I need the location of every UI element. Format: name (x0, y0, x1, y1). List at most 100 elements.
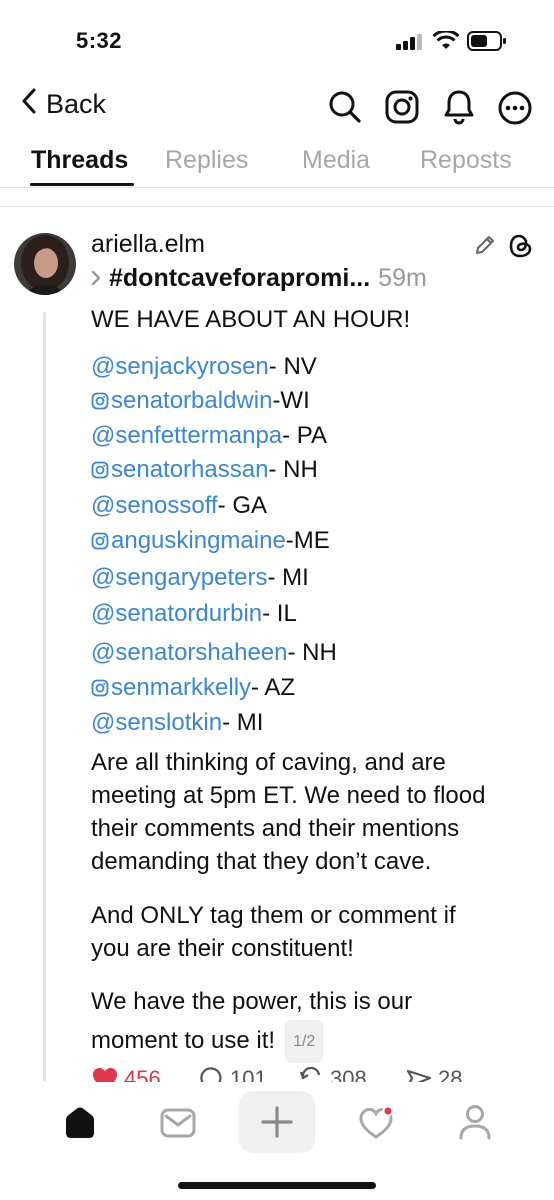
back-button[interactable]: Back (22, 88, 106, 121)
mention-link[interactable]: @sengarypeters (91, 561, 267, 595)
post-divider (0, 206, 554, 207)
text-line: moment to use it! 1/2 (91, 1020, 412, 1063)
state-label: - NH (287, 639, 337, 666)
text-line: Are all thinking of caving, and are (91, 749, 446, 776)
back-label: Back (46, 89, 107, 119)
post-paragraph: And ONLY tag them or comment if you are … (91, 899, 456, 965)
text-line: their comments and their mentions (91, 815, 460, 842)
activity-heart-icon[interactable] (358, 1105, 396, 1145)
state-label: -ME (285, 527, 330, 554)
mention-row: senatorbaldwin -WI (91, 384, 310, 418)
state-label: - IL (262, 600, 297, 627)
mention-row: anguskingmaine -ME (91, 524, 330, 558)
chevron-right-icon (91, 264, 101, 293)
mention-row: @senfettermanpa - PA (91, 419, 327, 453)
battery-icon (467, 31, 507, 56)
instagram-mention-icon (91, 532, 109, 550)
text-line: demanding that they don’t cave. (91, 848, 432, 875)
share-button[interactable]: 28 (406, 1066, 462, 1082)
mention-row: @senatordurbin - IL (91, 597, 297, 631)
repost-button[interactable]: 308 (298, 1066, 367, 1082)
topic-tag[interactable]: #dontcaveforapromi... (109, 264, 370, 293)
like-count: 456 (124, 1066, 161, 1082)
state-label: - MI (267, 564, 309, 591)
post-tag-line: #dontcaveforapromi... 59m (91, 264, 427, 293)
post-time: 59m (378, 264, 427, 292)
username[interactable]: ariella.elm (91, 230, 205, 259)
chevron-left-icon (22, 88, 36, 121)
avatar[interactable] (14, 233, 76, 295)
state-label: -WI (272, 387, 310, 414)
state-label: - AZ (251, 674, 296, 701)
text-line: you are their constituent! (91, 935, 354, 962)
state-label: - NH (268, 456, 318, 483)
mention-row: senmarkkelly - AZ (91, 671, 295, 705)
comment-button[interactable]: 101 (200, 1066, 267, 1082)
mention-row: senatorhassan - NH (91, 453, 318, 487)
text-line: And ONLY tag them or comment if (91, 902, 456, 929)
post-paragraph: Are all thinking of caving, and are meet… (91, 746, 485, 878)
tab-media[interactable]: Media (302, 146, 370, 175)
mention-handle: senatorbaldwin (111, 387, 273, 414)
mention-row: @sengarypeters - MI (91, 561, 309, 595)
post-headline: WE HAVE ABOUT AN HOUR! (91, 306, 411, 333)
threads-logo-icon (509, 233, 533, 264)
mention-link[interactable]: @senatordurbin (91, 597, 262, 631)
mention-link[interactable]: @senatorshaheen (91, 636, 288, 670)
mention-link[interactable]: senatorhassan (91, 453, 268, 487)
text-line: meeting at 5pm ET. We need to flood (91, 782, 486, 809)
home-icon[interactable] (62, 1106, 98, 1145)
instagram-icon[interactable] (385, 90, 419, 129)
active-tab-indicator (30, 183, 134, 186)
status-time: 5:32 (76, 28, 123, 53)
mention-row: @senslotkin - MI (91, 706, 263, 740)
mention-link[interactable]: @senjackyrosen (91, 350, 269, 384)
mention-link[interactable]: senatorbaldwin (91, 384, 272, 418)
signal-icon (396, 34, 424, 55)
text-fragment: moment to use it! (91, 1026, 276, 1054)
state-label: - NV (268, 353, 317, 380)
text-line: We have the power, this is our (91, 988, 413, 1015)
inbox-icon[interactable] (160, 1108, 196, 1143)
post-paragraph: We have the power, this is our moment to… (91, 983, 412, 1063)
mention-link[interactable]: senmarkkelly (91, 671, 251, 705)
state-label: - MI (222, 709, 264, 736)
mention-link[interactable]: @senossoff (91, 489, 218, 523)
mention-handle: senatorhassan (111, 456, 269, 483)
share-count: 28 (438, 1066, 463, 1082)
page-badge: 1/2 (285, 1020, 324, 1063)
mention-row: @senatorshaheen - NH (91, 636, 337, 670)
wifi-icon (432, 29, 460, 56)
comment-count: 101 (230, 1066, 267, 1082)
like-button[interactable]: 456 (92, 1066, 161, 1082)
thread-line (43, 312, 46, 1082)
post-actions: 456 101 308 28 (0, 1062, 554, 1082)
comment-icon (200, 1067, 222, 1082)
share-icon (406, 1069, 432, 1082)
mention-handle: anguskingmaine (111, 527, 286, 554)
tabs-divider (0, 187, 554, 188)
plus-icon (261, 1106, 293, 1138)
bell-icon[interactable] (443, 89, 475, 130)
pencil-icon[interactable] (474, 234, 496, 261)
heart-filled-icon (93, 1068, 117, 1082)
state-label: - GA (217, 492, 267, 519)
profile-icon[interactable] (458, 1104, 492, 1145)
home-indicator (178, 1182, 376, 1189)
repost-count: 308 (330, 1066, 367, 1082)
search-icon[interactable] (328, 90, 362, 129)
mention-handle: senmarkkelly (111, 674, 252, 701)
instagram-mention-icon (91, 679, 109, 697)
mention-row: @senossoff - GA (91, 489, 267, 523)
mention-link[interactable]: anguskingmaine (91, 524, 286, 558)
create-post-button[interactable] (239, 1091, 315, 1153)
state-label: - PA (282, 422, 328, 449)
mention-link[interactable]: @senfettermanpa (91, 419, 282, 453)
tab-replies[interactable]: Replies (165, 146, 248, 175)
tab-reposts[interactable]: Reposts (420, 146, 512, 175)
mention-link[interactable]: @senslotkin (91, 706, 222, 740)
more-options-icon[interactable] (498, 91, 532, 130)
instagram-mention-icon (91, 392, 109, 410)
mention-row: @senjackyrosen - NV (91, 350, 317, 384)
tab-threads[interactable]: Threads (31, 146, 128, 175)
